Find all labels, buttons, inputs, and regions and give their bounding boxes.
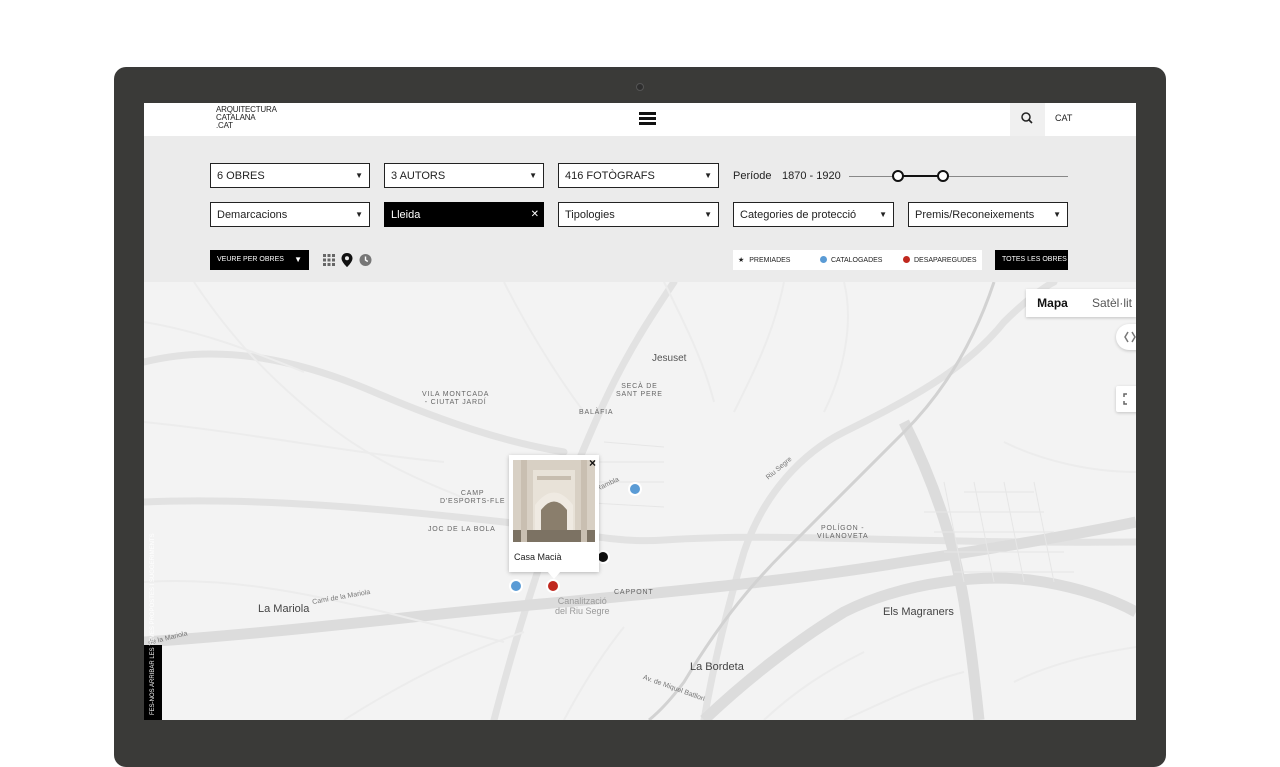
suggestions-tab[interactable]: FES-NOS ARRIBAR LES TEVES PROPOSTES I SU… [144,533,162,720]
authors-select[interactable]: 3 AUTORS ▼ [384,163,544,188]
chevron-down-icon: ▼ [704,171,712,180]
map-legend: ★ PREMIADES CATALOGADES DESAPAREGUDES [733,250,982,270]
map-label-seca: SECÀ DE SANT PERE [616,383,663,399]
map-type-satellite-button[interactable]: Satèl·lit [1079,289,1136,317]
map-label-poligon-line-1: POLÍGON - [821,525,865,532]
view-mode-select[interactable]: VEURE PER OBRES ▼ [210,250,309,270]
search-icon [1021,112,1033,124]
camera-icon [636,83,644,91]
chevron-down-icon: ▼ [529,171,537,180]
map-roads [144,282,1136,720]
map-label-la-mariola: La Mariola [258,603,310,615]
map-label-joc-bola: JOC DE LA BOLA [428,526,496,533]
map-marker-catalogued[interactable] [628,482,642,496]
search-button[interactable] [1010,103,1045,136]
star-icon: ★ [738,257,745,264]
period-slider-track[interactable] [849,176,1068,177]
building-photo-image [513,460,595,542]
popup-tail [547,571,561,579]
clear-icon[interactable]: ✕ [531,209,539,220]
map-label-cappont: CAPPONT [614,589,654,596]
suggestions-tab-label: FES-NOS ARRIBAR LES TEVES PROPOSTES I SU… [150,533,156,715]
map-label-poligon: POLÍGON - VILANOVETA [817,525,868,541]
legend-catalogued[interactable]: CATALOGADES [820,256,882,264]
map-marker-disappeared[interactable] [546,579,560,593]
disappeared-dot-icon [903,256,910,263]
legend-disappeared[interactable]: DESAPAREGUDES [903,256,977,264]
location-filter[interactable]: Lleida ✕ [384,202,544,227]
location-filter-label: Lleida [391,209,421,221]
map-info-popup: × Casa Macià [509,455,599,579]
period-slider-end-handle[interactable] [937,170,949,182]
period-label: Període [733,170,772,182]
works-select-label: 6 OBRES [217,170,265,182]
chevron-down-icon: ▼ [355,171,363,180]
map-label-la-bordeta: La Bordeta [690,661,744,673]
chevron-down-icon: ▼ [1053,210,1061,219]
grid-view-icon[interactable] [322,253,336,267]
typologies-select-label: Tipologies [565,209,615,221]
map-label-canalitzacio-line-2: del Riu Segre [555,606,610,616]
map-label-camp-esports-line-2: D'ESPORTS-FLE [440,498,506,505]
map-label-canalitzacio-line-1: Canalització [557,596,607,606]
map-type-map-button[interactable]: Mapa [1026,289,1079,317]
chevron-down-icon: ▼ [879,210,887,219]
close-icon[interactable]: × [589,456,596,470]
map-label-els-magraners: Els Magraners [883,606,954,618]
view-mode-label: VEURE PER OBRES [217,256,284,263]
awards-select-label: Premis/Reconeixements [915,209,1035,221]
logo-line-3: .CAT [216,121,233,130]
map-label-seca-line-2: SANT PERE [616,391,663,398]
demarcations-select-label: Demarcacions [217,209,288,221]
site-logo[interactable]: ARQUITECTURA CATALANA .CAT [216,106,277,130]
map-label-seca-line-1: SECÀ DE [621,383,658,390]
chevron-down-icon: ▼ [704,210,712,219]
site-header: ARQUITECTURA CATALANA .CAT CAT [144,103,1136,136]
photographers-select-label: 416 FOTÒGRAFS [565,170,655,182]
chevron-down-icon: ▼ [294,255,302,264]
photographers-select[interactable]: 416 FOTÒGRAFS ▼ [558,163,719,188]
menu-icon[interactable] [638,111,658,127]
map-label-vila-montcada-line-2: - CIUTAT JARDÍ [424,399,487,406]
map-view[interactable]: Jesuset SECÀ DE SANT PERE VILA MONTCADA … [144,282,1136,720]
protection-select-label: Categories de protecció [740,209,857,221]
map-marker-catalogued[interactable] [509,579,523,593]
map-type-control: Mapa Satèl·lit [1026,289,1136,317]
protection-select[interactable]: Categories de protecció ▼ [733,202,894,227]
period-value: 1870 - 1920 [782,170,841,182]
clock-icon[interactable] [359,253,372,267]
map-pin-icon[interactable] [341,253,353,267]
legend-awarded-label: PREMIADES [749,257,791,264]
building-photo[interactable] [513,460,595,542]
popup-title[interactable]: Casa Macià [514,552,562,562]
map-label-jesuset: Jesuset [652,353,687,364]
browser-screen: ARQUITECTURA CATALANA .CAT CAT 6 OBRES ▼… [144,103,1136,720]
map-label-balafia: BALÀFIA [579,409,614,416]
demarcations-select[interactable]: Demarcacions ▼ [210,202,370,227]
map-label-canalitzacio: Canalització del Riu Segre [555,596,610,616]
works-select[interactable]: 6 OBRES ▼ [210,163,370,188]
language-selector[interactable]: CAT [1055,113,1072,123]
fullscreen-icon [1123,393,1127,405]
rotate-control-button[interactable] [1116,324,1136,350]
legend-awarded[interactable]: ★ PREMIADES [738,256,790,264]
typologies-select[interactable]: Tipologies ▼ [558,202,719,227]
awards-select[interactable]: Premis/Reconeixements ▼ [908,202,1068,227]
legend-catalogued-label: CATALOGADES [831,257,883,264]
fullscreen-button[interactable] [1116,386,1136,412]
map-label-vila-montcada-line-1: VILA MONTCADA [422,391,490,398]
map-label-poligon-line-2: VILANOVETA [817,533,869,540]
chevron-down-icon: ▼ [355,210,363,219]
map-label-vila-montcada: VILA MONTCADA - CIUTAT JARDÍ [422,391,489,407]
map-label-camp-esports-line-1: CAMP [460,490,485,497]
legend-disappeared-label: DESAPAREGUDES [914,257,977,264]
all-works-button[interactable]: TOTES LES OBRES [995,250,1068,270]
period-slider-start-handle[interactable] [892,170,904,182]
map-label-camp-esports: CAMP D'ESPORTS-FLE [440,490,505,506]
rotate-icon [1124,331,1136,343]
catalogued-dot-icon [820,256,827,263]
authors-select-label: 3 AUTORS [391,170,446,182]
